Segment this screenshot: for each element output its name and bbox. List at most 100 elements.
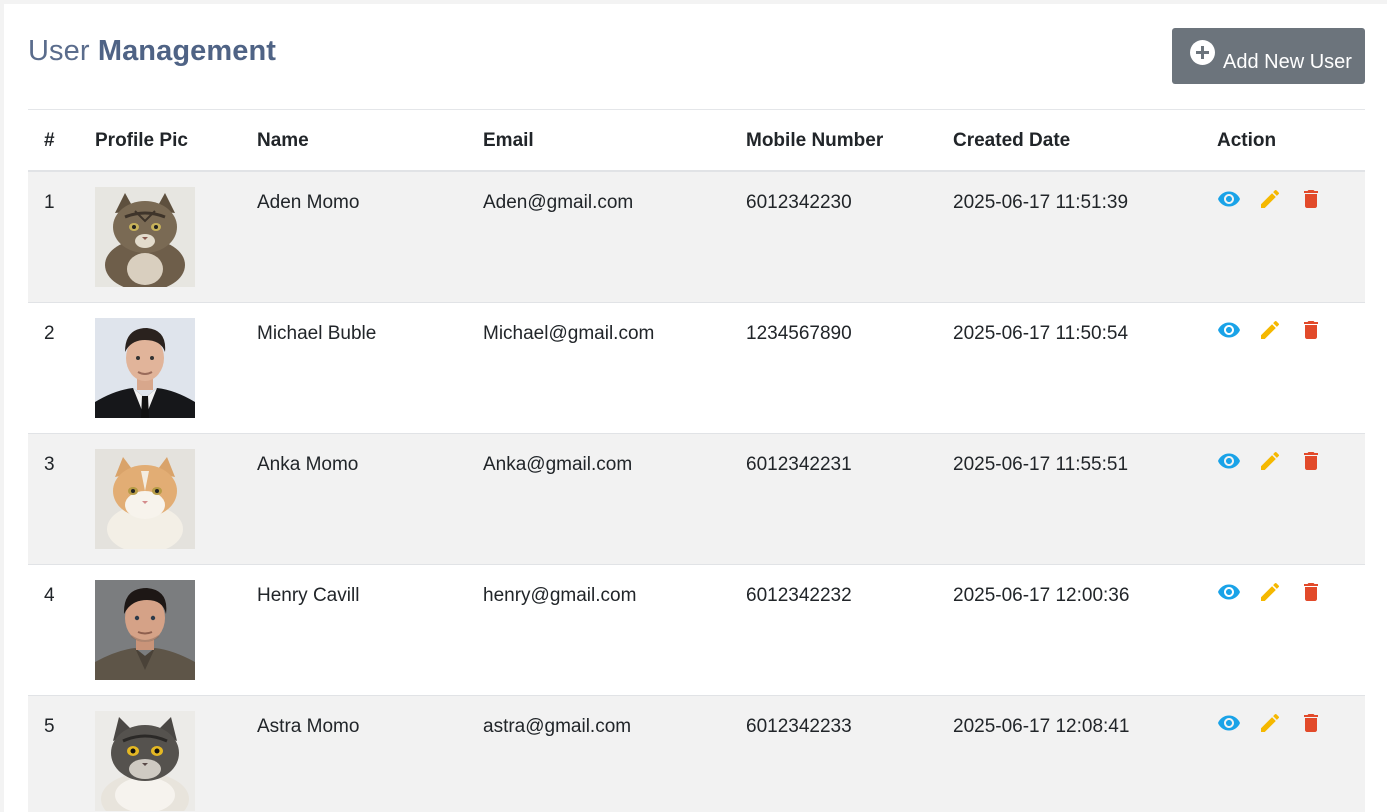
user-mobile: 6012342233 [746,695,953,812]
row-actions [1217,564,1365,695]
user-email: henry@gmail.com [483,564,746,695]
eye-icon[interactable] [1217,318,1241,342]
profile-pic-cell [95,564,257,695]
cell-created: 2025-06-17 12:00:36 [953,584,1130,606]
cell-name: Michael Buble [257,322,377,344]
man-dark-hair-avatar [95,579,195,680]
trash-icon[interactable] [1299,580,1323,604]
row-index: 2 [28,302,95,433]
cell-index: 3 [44,453,55,475]
cell-index: 4 [44,584,55,606]
eye-icon[interactable] [1217,580,1241,604]
cat-orange-white-avatar [95,448,195,549]
user-mobile: 6012342230 [746,171,953,302]
user-created-date: 2025-06-17 12:08:41 [953,695,1217,812]
page-header: User Management Add New User [28,4,1365,110]
cell-mobile: 6012342231 [746,453,852,475]
cell-name: Henry Cavill [257,584,360,606]
table-row: 4 Henry Cavill henry@gmail.com 601234223… [28,564,1365,695]
eye-icon[interactable] [1217,711,1241,735]
cell-index: 5 [44,715,55,737]
table-row: 2 Michael Buble Michael@gmail.com 123456… [28,302,1365,433]
user-name: Aden Momo [257,171,483,302]
cell-index: 2 [44,322,55,344]
row-actions [1217,433,1365,564]
page-title-light: User [28,35,90,67]
trash-icon[interactable] [1299,187,1323,211]
add-new-user-button[interactable]: Add New User [1172,28,1365,84]
cell-created: 2025-06-17 11:50:54 [953,322,1129,344]
cell-mobile: 1234567890 [746,322,852,344]
pencil-icon[interactable] [1258,318,1282,342]
profile-pic-cell [95,433,257,564]
column-header-index: # [44,130,55,151]
cell-created: 2025-06-17 11:55:51 [953,453,1129,475]
cell-email: Michael@gmail.com [483,322,655,344]
eye-icon[interactable] [1217,449,1241,473]
profile-pic-cell [95,695,257,812]
table-row: 3 Anka Momo Anka@gmail.com 6012342231 20… [28,433,1365,564]
man-in-suit-avatar [95,317,195,418]
cell-created: 2025-06-17 12:08:41 [953,715,1130,737]
user-created-date: 2025-06-17 11:51:39 [953,171,1217,302]
profile-pic-cell [95,302,257,433]
eye-icon[interactable] [1217,187,1241,211]
cat-longhair-avatar [95,710,195,811]
table-row: 5 Astra Momo astra@gmail.com 6012342233 … [28,695,1365,812]
column-header-profile-pic: Profile Pic [95,130,188,151]
user-email: astra@gmail.com [483,695,746,812]
pencil-icon[interactable] [1258,449,1282,473]
user-mobile: 1234567890 [746,302,953,433]
cell-index: 1 [44,192,55,213]
page-title-bold: Management [97,35,277,67]
pencil-icon[interactable] [1258,187,1282,211]
user-email: Aden@gmail.com [483,171,746,302]
cell-name: Aden Momo [257,192,360,213]
trash-icon[interactable] [1299,449,1323,473]
row-index: 4 [28,564,95,695]
user-name: Michael Buble [257,302,483,433]
row-actions [1217,302,1365,433]
cell-email: astra@gmail.com [483,715,632,737]
cell-created: 2025-06-17 11:51:39 [953,192,1129,213]
row-actions [1217,171,1365,302]
row-index: 1 [28,171,95,302]
cell-name: Anka Momo [257,453,359,475]
user-email: Michael@gmail.com [483,302,746,433]
user-email: Anka@gmail.com [483,433,746,564]
row-actions [1217,695,1365,812]
column-header-email: Email [483,130,534,151]
user-name: Anka Momo [257,433,483,564]
pencil-icon[interactable] [1258,711,1282,735]
user-mobile: 6012342231 [746,433,953,564]
user-created-date: 2025-06-17 12:00:36 [953,564,1217,695]
row-index: 5 [28,695,95,812]
table-header-row: # Profile Pic Name Email Mobile Number C… [28,110,1365,171]
user-created-date: 2025-06-17 11:55:51 [953,433,1217,564]
cell-email: henry@gmail.com [483,584,637,606]
user-mobile: 6012342232 [746,564,953,695]
cell-email: Anka@gmail.com [483,453,633,475]
user-created-date: 2025-06-17 11:50:54 [953,302,1217,433]
user-name: Henry Cavill [257,564,483,695]
trash-icon[interactable] [1299,318,1323,342]
table-row: 1 Aden Momo Aden@gmail.com 6012342230 20… [28,171,1365,302]
user-name: Astra Momo [257,695,483,812]
user-management-card: User Management Add New User # Profile P… [4,4,1387,812]
column-header-created-date: Created Date [953,130,1071,151]
row-index: 3 [28,433,95,564]
pencil-icon[interactable] [1258,580,1282,604]
cell-name: Astra Momo [257,715,360,737]
plus-circle-icon [1190,40,1215,65]
cell-mobile: 6012342230 [746,192,852,213]
profile-pic-cell [95,171,257,302]
cell-mobile: 6012342233 [746,715,852,737]
add-new-user-label: Add New User [1223,51,1352,73]
trash-icon[interactable] [1299,711,1323,735]
cell-mobile: 6012342232 [746,584,852,606]
cat-tabby-avatar [95,187,195,287]
users-table: # Profile Pic Name Email Mobile Number C… [28,110,1365,812]
column-header-mobile-number: Mobile Number [746,130,884,151]
page-title: User Management [28,35,276,68]
column-header-action: Action [1217,130,1277,151]
